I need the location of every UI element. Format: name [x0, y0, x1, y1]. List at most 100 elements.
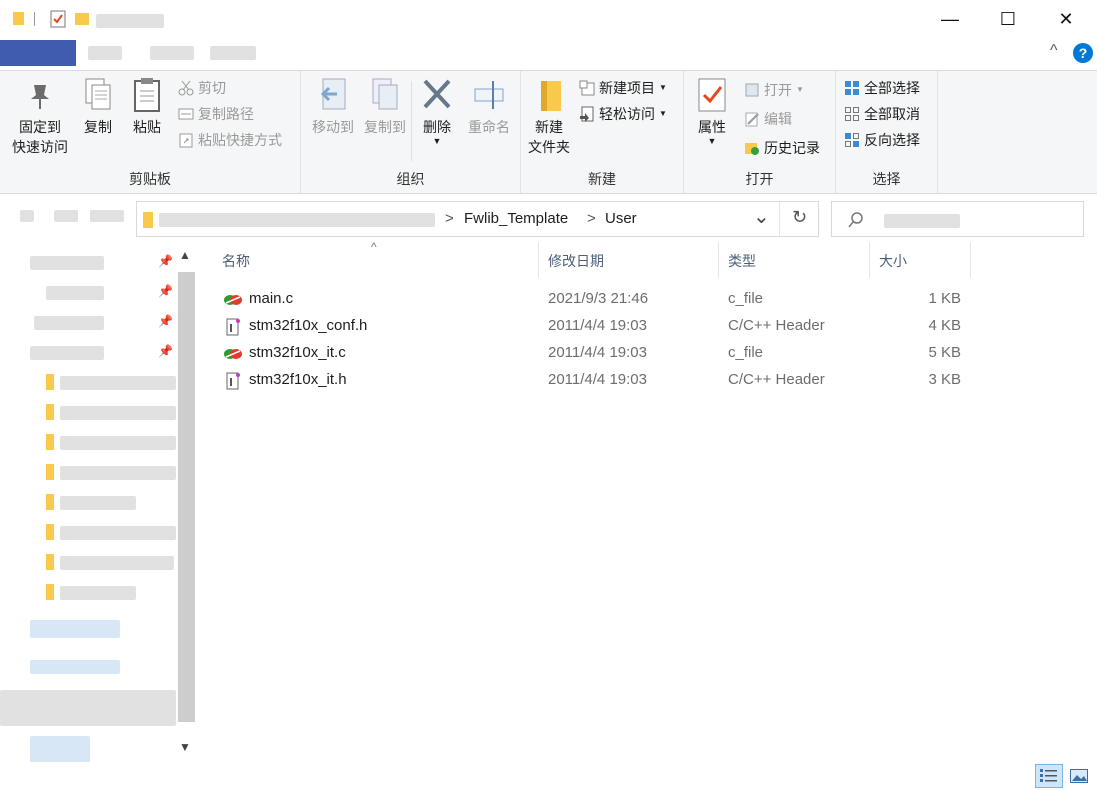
cut-button[interactable]: 剪切 — [178, 77, 226, 99]
large-icons-view-button[interactable] — [1067, 764, 1091, 788]
properties-label: 属性 — [698, 119, 726, 135]
file-date: 2011/4/4 19:03 — [548, 344, 647, 361]
history-icon — [744, 140, 760, 156]
properties-quick-icon[interactable] — [50, 10, 66, 28]
rename-button[interactable]: 重命名 — [463, 75, 515, 137]
separator — [779, 202, 780, 236]
close-button[interactable]: ✕ — [1037, 0, 1095, 38]
column-header-type[interactable]: 类型 — [719, 242, 870, 278]
nav-item-blurred[interactable] — [60, 466, 176, 480]
paste-button[interactable]: 粘贴 — [126, 75, 168, 137]
nav-item-blurred[interactable] — [30, 660, 120, 674]
copy-path-icon — [178, 106, 194, 122]
file-row[interactable]: stm32f10x_it.h 2011/4/4 19:03 C/C++ Head… — [213, 367, 973, 394]
status-bar — [0, 762, 1097, 790]
search-icon — [848, 212, 863, 228]
new-group: 新建 文件夹 新建项目 ▼ 轻松访问 ▼ 新建 — [521, 71, 684, 193]
tab-view-blurred[interactable] — [210, 46, 256, 60]
maximize-button[interactable]: ☐ — [979, 0, 1037, 38]
search-input[interactable] — [831, 201, 1084, 237]
window-title-blurred — [96, 14, 164, 28]
back-button-blurred[interactable] — [20, 210, 34, 222]
paste-shortcut-button[interactable]: 粘贴快捷方式 — [178, 129, 282, 151]
nav-item-blurred[interactable] — [60, 376, 176, 390]
file-row[interactable]: stm32f10x_conf.h 2011/4/4 19:03 C/C++ He… — [213, 313, 973, 340]
file-row[interactable]: main.c 2021/9/3 21:46 c_file 1 KB — [213, 286, 973, 313]
column-header-size[interactable]: 大小 — [870, 242, 971, 278]
nav-scrollbar-thumb[interactable] — [178, 272, 195, 722]
properties-button[interactable]: 属性 ▼ — [690, 75, 734, 146]
select-all-label: 全部选择 — [864, 80, 920, 96]
address-bar[interactable]: > Fwlib_Template > User ⌄ ↻ — [136, 201, 819, 237]
nav-item-blurred[interactable] — [34, 316, 104, 330]
delete-button[interactable]: 删除 ▼ — [417, 75, 457, 146]
file-type: C/C++ Header — [728, 317, 825, 334]
edit-button[interactable]: 编辑 — [744, 108, 792, 130]
select-none-button[interactable]: 全部取消 — [844, 103, 920, 125]
tab-home-blurred[interactable] — [88, 46, 122, 60]
file-type: c_file — [728, 290, 764, 307]
nav-item-blurred[interactable] — [0, 690, 176, 726]
scroll-down-icon[interactable]: ▼ — [179, 740, 191, 754]
open-icon — [744, 82, 760, 98]
pin-to-quick-access-button[interactable]: 固定到 快速访问 — [6, 75, 74, 157]
clipboard-icon — [131, 77, 163, 113]
nav-item-blurred[interactable] — [60, 436, 176, 450]
copy-to-button[interactable]: 复制到 — [357, 75, 413, 137]
move-to-button[interactable]: 移动到 — [305, 75, 361, 137]
minimize-button[interactable]: — — [921, 0, 979, 38]
easy-access-button[interactable]: 轻松访问 ▼ — [579, 103, 667, 125]
copy-button[interactable]: 复制 — [78, 75, 118, 137]
chevron-down-icon: ▼ — [707, 136, 717, 146]
clipboard-group-label: 剪贴板 — [129, 171, 171, 187]
select-all-button[interactable]: 全部选择 — [844, 77, 920, 99]
tab-share-blurred[interactable] — [150, 46, 194, 60]
nav-item-blurred[interactable] — [60, 406, 176, 420]
select-none-icon — [844, 106, 860, 122]
pin-icon: 📌 — [158, 254, 173, 268]
copy-icon — [82, 77, 114, 113]
scroll-up-icon[interactable]: ▲ — [179, 248, 191, 262]
details-view-button[interactable] — [1035, 764, 1063, 788]
new-group-label: 新建 — [588, 171, 616, 187]
nav-item-blurred[interactable] — [60, 526, 176, 540]
nav-item-blurred[interactable] — [60, 586, 136, 600]
new-item-button[interactable]: 新建项目 ▼ — [579, 77, 667, 99]
new-folder-label-2: 文件夹 — [528, 139, 570, 155]
folder-icon — [46, 434, 54, 450]
breadcrumb-user[interactable]: User — [605, 210, 637, 227]
pin-label-2: 快速访问 — [12, 139, 68, 155]
address-dropdown-icon[interactable]: ⌄ — [753, 204, 770, 229]
column-header-date[interactable]: 修改日期 — [539, 242, 719, 278]
header-file-icon — [226, 318, 240, 336]
history-button[interactable]: 历史记录 — [744, 137, 820, 159]
forward-button-blurred[interactable] — [54, 210, 78, 222]
copy-path-button[interactable]: 复制路径 — [178, 103, 254, 125]
scissors-icon — [178, 80, 194, 96]
column-header-name[interactable]: 名称 — [213, 242, 539, 278]
folder-icon — [46, 404, 54, 420]
file-tab[interactable] — [0, 40, 76, 66]
help-icon[interactable]: ? — [1073, 43, 1093, 63]
refresh-icon[interactable]: ↻ — [792, 207, 807, 228]
new-folder-quick-icon[interactable] — [74, 10, 90, 28]
file-date: 2011/4/4 19:03 — [548, 317, 647, 334]
nav-item-blurred[interactable] — [60, 496, 136, 510]
folder-icon — [46, 584, 54, 600]
breadcrumb-fwlib-template[interactable]: Fwlib_Template — [464, 210, 568, 227]
file-row[interactable]: stm32f10x_it.c 2011/4/4 19:03 c_file 5 K… — [213, 340, 973, 367]
open-button[interactable]: 打开 ▼ — [744, 79, 804, 101]
nav-item-blurred[interactable] — [30, 346, 104, 360]
pin-icon: 📌 — [158, 344, 173, 358]
nav-item-blurred[interactable] — [30, 256, 104, 270]
folder-icon[interactable] — [12, 10, 25, 28]
select-group-label: 选择 — [872, 171, 901, 187]
nav-item-blurred[interactable] — [30, 620, 120, 638]
collapse-ribbon-icon[interactable]: ^ — [1050, 42, 1058, 60]
nav-item-blurred[interactable] — [60, 556, 174, 570]
rename-icon — [473, 77, 505, 113]
invert-selection-button[interactable]: 反向选择 — [844, 129, 920, 151]
nav-item-blurred[interactable] — [46, 286, 104, 300]
new-folder-button[interactable]: 新建 文件夹 — [525, 75, 573, 157]
up-button-blurred[interactable] — [90, 210, 124, 222]
